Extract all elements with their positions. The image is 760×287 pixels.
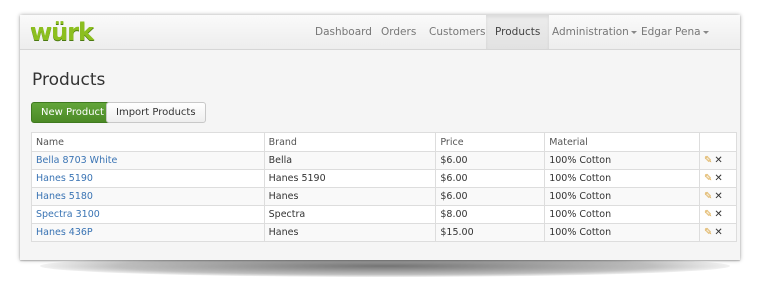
nav-dashboard-label: Dashboard: [315, 26, 372, 38]
nav-products-label: Products: [495, 26, 541, 38]
close-icon[interactable]: ✕: [714, 228, 722, 238]
table-row: Hanes 5190 Hanes 5190 $6.00 100% Cotton …: [31, 169, 738, 188]
navbar: würk Dashboard Orders Customers Products…: [20, 15, 740, 50]
cell-brand: Bella: [263, 151, 437, 170]
table-row: Hanes 5180 Hanes $6.00 100% Cotton ✎ ✕: [31, 187, 738, 206]
cell-price: $6.00: [435, 169, 546, 188]
column-header-actions: [698, 132, 738, 152]
column-header-brand[interactable]: Brand: [263, 132, 437, 152]
nav-orders[interactable]: Orders: [381, 15, 416, 49]
nav-dashboard[interactable]: Dashboard: [315, 15, 372, 49]
pencil-icon[interactable]: ✎: [704, 174, 712, 184]
nav-products[interactable]: Products: [486, 15, 550, 49]
pencil-icon[interactable]: ✎: [704, 192, 712, 202]
cell-material: 100% Cotton: [544, 151, 700, 170]
pencil-icon[interactable]: ✎: [704, 156, 712, 166]
nav-user-label: Edgar Pena: [641, 26, 701, 38]
cell-actions: ✎ ✕: [698, 223, 738, 242]
app-window: würk Dashboard Orders Customers Products…: [20, 15, 740, 260]
column-header-name[interactable]: Name: [31, 132, 265, 152]
caret-down-icon: [702, 30, 709, 34]
cell-material: 100% Cotton: [544, 187, 700, 206]
cell-brand: Hanes: [263, 187, 437, 206]
nav-user-dropdown[interactable]: Edgar Pena: [641, 15, 709, 49]
column-header-material[interactable]: Material: [544, 132, 700, 152]
nav-customers-label: Customers: [429, 26, 486, 38]
nav-administration-dropdown[interactable]: Administration: [552, 15, 637, 49]
close-icon[interactable]: ✕: [714, 156, 722, 166]
nav-orders-label: Orders: [381, 26, 417, 38]
products-table: Name Brand Price Material Bella 8703 Whi…: [31, 132, 738, 242]
product-link[interactable]: Spectra 3100: [36, 209, 100, 220]
cell-name: Spectra 3100: [31, 205, 265, 224]
caret-down-icon: [630, 30, 637, 34]
close-icon[interactable]: ✕: [714, 174, 722, 184]
cell-brand: Hanes 5190: [263, 169, 437, 188]
cell-brand: Spectra: [263, 205, 437, 224]
cell-price: $15.00: [435, 223, 546, 242]
close-icon[interactable]: ✕: [714, 210, 722, 220]
import-products-button[interactable]: Import Products: [106, 102, 206, 123]
cell-material: 100% Cotton: [544, 205, 700, 224]
page-title: Products: [32, 70, 106, 90]
cell-price: $6.00: [435, 151, 546, 170]
cell-actions: ✎ ✕: [698, 169, 738, 188]
new-product-button[interactable]: New Product: [31, 102, 114, 123]
product-link[interactable]: Hanes 5190: [36, 173, 93, 184]
table-row: Spectra 3100 Spectra $8.00 100% Cotton ✎…: [31, 205, 738, 224]
table-row: Bella 8703 White Bella $6.00 100% Cotton…: [31, 151, 738, 170]
brand-logo[interactable]: würk: [30, 18, 94, 46]
pencil-icon[interactable]: ✎: [704, 210, 712, 220]
close-icon[interactable]: ✕: [714, 192, 722, 202]
pencil-icon[interactable]: ✎: [704, 228, 712, 238]
nav-customers[interactable]: Customers: [429, 15, 485, 49]
cell-name: Hanes 5180: [31, 187, 265, 206]
cell-price: $6.00: [435, 187, 546, 206]
cell-actions: ✎ ✕: [698, 151, 738, 170]
cell-name: Hanes 436P: [31, 223, 265, 242]
cell-name: Hanes 5190: [31, 169, 265, 188]
cell-price: $8.00: [435, 205, 546, 224]
cell-material: 100% Cotton: [544, 169, 700, 188]
table-header-row: Name Brand Price Material: [31, 132, 738, 152]
product-link[interactable]: Bella 8703 White: [36, 155, 117, 166]
table-row: Hanes 436P Hanes $15.00 100% Cotton ✎ ✕: [31, 223, 738, 242]
column-header-price[interactable]: Price: [435, 132, 546, 152]
cell-actions: ✎ ✕: [698, 205, 738, 224]
cell-material: 100% Cotton: [544, 223, 700, 242]
cell-brand: Hanes: [263, 223, 437, 242]
cell-actions: ✎ ✕: [698, 187, 738, 206]
product-link[interactable]: Hanes 5180: [36, 191, 93, 202]
nav-administration-label: Administration: [552, 26, 629, 38]
product-link[interactable]: Hanes 436P: [36, 227, 93, 238]
cell-name: Bella 8703 White: [31, 151, 265, 170]
